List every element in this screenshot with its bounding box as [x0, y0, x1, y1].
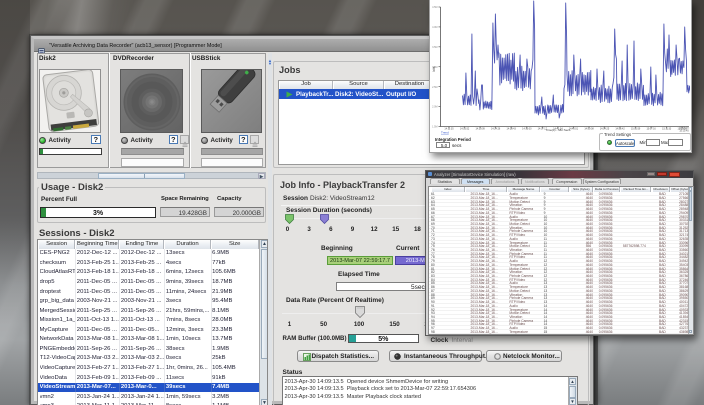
svg-text:Trend: Trend	[441, 131, 449, 135]
svg-text:4.5M: 4.5M	[432, 6, 437, 9]
svg-text:2.5M: 2.5M	[432, 86, 437, 89]
svg-text:14:54:25: 14:54:25	[600, 128, 610, 131]
svg-text:14:20:09: 14:20:09	[475, 128, 485, 131]
svg-text:14:28:43: 14:28:43	[507, 128, 517, 131]
svg-text:14:24:26: 14:24:26	[491, 128, 501, 131]
svg-text:14:58:42: 14:58:42	[615, 128, 625, 131]
svg-text:bits: bits	[432, 66, 436, 71]
svg-text:15:15:45: 15:15:45	[679, 129, 689, 132]
svg-text:15:07:16: 15:07:16	[646, 128, 656, 131]
svg-text:14:33:00: 14:33:00	[522, 128, 532, 131]
svg-text:15:11:33: 15:11:33	[662, 128, 672, 131]
svg-text:14:15:52: 14:15:52	[460, 128, 470, 131]
svg-text:1.5M: 1.5M	[432, 126, 437, 129]
svg-text:15:02:59: 15:02:59	[631, 128, 641, 131]
svg-text:3.5M: 3.5M	[432, 46, 437, 49]
svg-text:14:50:08: 14:50:08	[584, 128, 594, 131]
svg-text:Time(s) - Min:Secs: Time(s) - Min:Secs	[545, 128, 571, 132]
svg-text:4.0M: 4.0M	[432, 26, 437, 29]
svg-text:2.0M: 2.0M	[432, 106, 437, 109]
